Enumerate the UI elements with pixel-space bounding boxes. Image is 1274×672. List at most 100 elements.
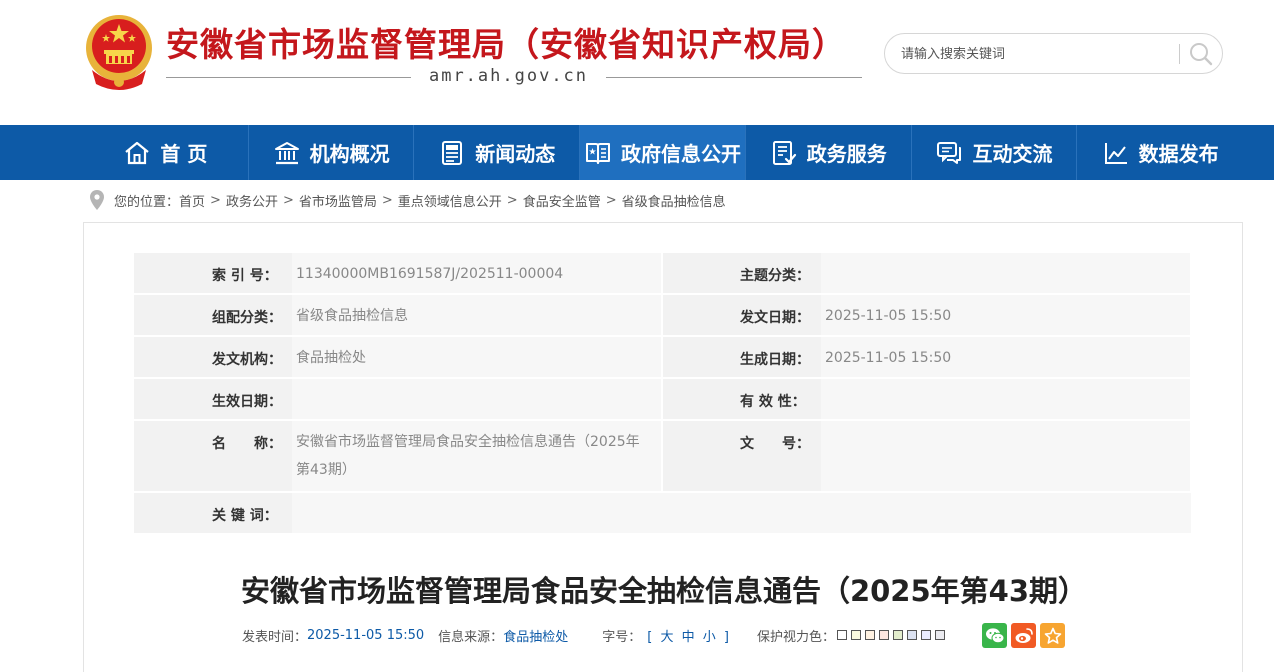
search-separator [1179, 44, 1180, 64]
share-weibo-button[interactable] [1011, 623, 1036, 648]
divider-left [166, 77, 411, 78]
meta-row: 组配分类： 省级食品抽检信息 发文日期： 2025-11-05 15:50 [134, 295, 1193, 335]
topic-value [821, 253, 1190, 293]
issue-date-label: 发文日期： [663, 295, 821, 335]
metadata-table: 索 引 号： 11340000MB1691587J/202511-00004 主… [134, 253, 1193, 535]
breadcrumb-food-safety[interactable]: 食品安全监管 [523, 191, 601, 210]
name-label: 名 称： [134, 421, 292, 491]
eye-care-swatch[interactable] [935, 630, 945, 640]
article-info: 发表时间： 2025-11-05 15:50 信息来源： 食品抽检处 字号： [… [242, 625, 949, 645]
font-size-controls: [ 大 中 小 ] [645, 626, 731, 645]
font-size-small[interactable]: 小 [703, 630, 716, 645]
eye-care-swatch[interactable] [851, 630, 861, 640]
site-header: 安徽省市场监督管理局（安徽省知识产权局） amr.ah.gov.cn [0, 0, 1274, 125]
star-icon [1044, 627, 1061, 644]
effective-date-label: 生效日期： [134, 379, 292, 419]
breadcrumb-separator: > [506, 192, 518, 208]
search-box [884, 33, 1223, 74]
validity-label: 有 效 性： [663, 379, 821, 419]
meta-row: 生效日期： 有 效 性： [134, 379, 1193, 419]
doc-number-label: 文 号： [663, 421, 821, 491]
national-emblem-icon [86, 15, 152, 90]
breadcrumb-sampling-info[interactable]: 省级食品抽检信息 [622, 191, 726, 210]
source-label: 信息来源： [438, 629, 504, 645]
nav-label: 互动交流 [972, 142, 1053, 166]
publish-time-label: 发表时间： [242, 629, 308, 645]
nav-item-interaction[interactable]: 互动交流 [912, 125, 1078, 180]
breadcrumb-key-areas[interactable]: 重点领域信息公开 [398, 191, 502, 210]
share-buttons [982, 623, 1069, 648]
breadcrumb-home[interactable]: 首页 [179, 191, 205, 210]
content-box: 索 引 号： 11340000MB1691587J/202511-00004 主… [83, 222, 1243, 672]
org-value: 食品抽检处 [292, 337, 661, 377]
meta-row: 索 引 号： 11340000MB1691587J/202511-00004 主… [134, 253, 1193, 293]
nav-item-home[interactable]: 首 页 [83, 125, 249, 180]
wechat-icon [985, 627, 1004, 643]
eye-care-swatch[interactable] [907, 630, 917, 640]
weibo-icon [1015, 627, 1033, 643]
gen-date-label: 生成日期： [663, 337, 821, 377]
nav-item-news[interactable]: 新闻动态 [414, 125, 581, 180]
institution-icon [274, 141, 299, 164]
meta-row: 发文机构： 食品抽检处 生成日期： 2025-11-05 15:50 [134, 337, 1193, 377]
nav-label: 政府信息公开 [621, 142, 742, 166]
article-title: 安徽省市场监督管理局食品安全抽检信息通告（2025年第43期） [240, 574, 1088, 608]
eye-care-swatch[interactable] [893, 630, 903, 640]
eye-care-swatches [837, 630, 949, 640]
chat-icon [937, 141, 962, 164]
validity-value [821, 379, 1190, 419]
eye-care-swatch[interactable] [837, 630, 847, 640]
breadcrumb: 您的位置： 首页 > 政务公开 > 省市场监管局 > 重点领域信息公开 > 食品… [90, 189, 726, 211]
nav-label: 新闻动态 [475, 142, 556, 166]
nav-item-service[interactable]: 政务服务 [746, 125, 912, 180]
nav-item-data[interactable]: 数据发布 [1077, 125, 1243, 180]
search-input[interactable] [901, 43, 1171, 65]
topic-label: 主题分类： [663, 253, 821, 293]
site-title: 安徽省市场监督管理局（安徽省知识产权局） [166, 25, 846, 64]
category-label: 组配分类： [134, 295, 292, 335]
nav-item-gov-info[interactable]: 政府信息公开 [580, 125, 746, 180]
share-wechat-button[interactable] [982, 623, 1007, 648]
nav-label: 数据发布 [1138, 142, 1219, 166]
breadcrumb-separator: > [210, 192, 221, 208]
domain-row: amr.ah.gov.cn [166, 66, 862, 90]
breadcrumb-gov-affairs[interactable]: 政务公开 [226, 191, 278, 210]
nav-label: 首 页 [160, 142, 208, 166]
issue-date-value: 2025-11-05 15:50 [821, 295, 1190, 335]
index-value: 11340000MB1691587J/202511-00004 [292, 253, 661, 293]
favorite-button[interactable] [1040, 623, 1065, 648]
category-value: 省级食品抽检信息 [292, 295, 661, 335]
gov-info-icon [586, 142, 611, 164]
font-size-medium[interactable]: 中 [682, 630, 695, 645]
publish-time-value: 2025-11-05 15:50 [307, 627, 425, 643]
site-domain: amr.ah.gov.cn [428, 66, 589, 86]
search-icon[interactable] [1188, 41, 1214, 67]
meta-row: 关 键 词： [134, 493, 1193, 533]
eye-care-swatch[interactable] [865, 630, 875, 640]
effective-date-value [292, 379, 661, 419]
index-label: 索 引 号： [134, 253, 292, 293]
divider-right [606, 77, 862, 78]
eye-care-swatch[interactable] [921, 630, 931, 640]
location-pin-icon [90, 190, 104, 210]
nav-item-institution[interactable]: 机构概况 [249, 125, 415, 180]
source-value: 食品抽检处 [503, 629, 569, 645]
gen-date-value: 2025-11-05 15:50 [821, 337, 1190, 377]
eye-care-swatch[interactable] [879, 630, 889, 640]
meta-row: 名 称： 安徽省市场监督管理局食品安全抽检信息通告（2025年第43期） 文 号… [134, 421, 1193, 491]
name-value: 安徽省市场监督管理局食品安全抽检信息通告（2025年第43期） [292, 421, 661, 491]
breadcrumb-separator: > [282, 192, 294, 208]
keywords-value [292, 493, 1191, 533]
font-size-large[interactable]: 大 [660, 630, 673, 645]
font-bracket-open: [ [647, 629, 653, 645]
doc-number-value [821, 421, 1190, 491]
breadcrumb-separator: > [605, 192, 617, 208]
main-nav: 首 页 机构概况 新闻动态 政府信息公开 政务服务 互动交流 数据发布 [0, 125, 1274, 180]
breadcrumb-bureau[interactable]: 省市场监管局 [299, 191, 377, 210]
nav-label: 机构概况 [309, 142, 390, 166]
keywords-label: 关 键 词： [134, 493, 292, 533]
breadcrumb-prefix: 您的位置： [114, 194, 180, 210]
eye-care-label: 保护视力色： [756, 629, 835, 645]
breadcrumb-separator: > [381, 192, 393, 208]
news-icon [442, 140, 463, 165]
